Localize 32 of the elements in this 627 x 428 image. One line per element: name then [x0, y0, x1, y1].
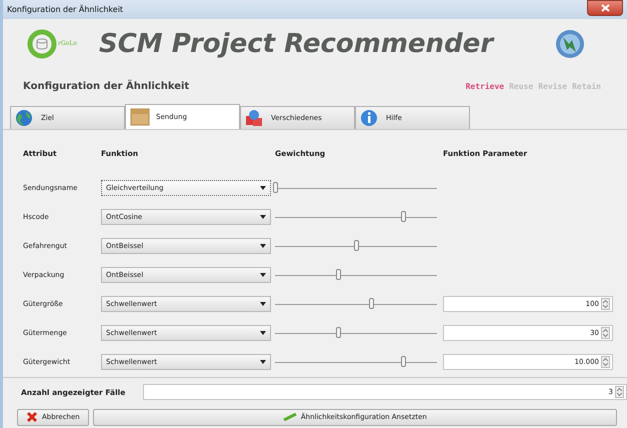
- phase-label: Retrieve: [466, 82, 504, 91]
- dropdown-caret-icon: [260, 272, 266, 277]
- bird-globe-icon: [555, 28, 585, 59]
- section-title: Konfiguration der Ähnlichkeit: [23, 80, 190, 92]
- window-title: Konfiguration der Ähnlichkeit: [7, 5, 124, 14]
- box-icon: [130, 108, 150, 126]
- dropdown-caret-icon: [260, 330, 266, 335]
- shapes-icon: [245, 109, 265, 128]
- app-title: SCM Project Recommender: [99, 28, 496, 59]
- slider-thumb[interactable]: [273, 182, 278, 193]
- dropdown-caret-icon: [260, 360, 266, 364]
- dropdown-caret-icon: [260, 302, 266, 306]
- globe-icon: [15, 109, 35, 128]
- info-icon: [360, 109, 380, 128]
- x-icon: [26, 411, 38, 424]
- slider-thumb[interactable]: [336, 268, 342, 280]
- slider-thumb[interactable]: [336, 326, 342, 338]
- dropdown-caret-icon: [260, 186, 266, 190]
- spin-arrows-icon: [601, 298, 610, 310]
- ring-logo-icon: [27, 28, 57, 59]
- spin-arrows-icon: [615, 386, 624, 398]
- slider-thumb[interactable]: [400, 356, 406, 367]
- dropdown-caret-icon: [260, 244, 266, 248]
- slider-thumb[interactable]: [368, 298, 374, 309]
- dropdown-caret-icon: [260, 214, 266, 219]
- check-icon: [282, 413, 297, 422]
- close-button[interactable]: [587, 0, 623, 16]
- spin-arrows-icon: [601, 356, 610, 368]
- spin-arrows-icon: [601, 326, 610, 339]
- close-icon: [600, 4, 610, 12]
- slider-thumb[interactable]: [400, 210, 406, 222]
- slider-thumb[interactable]: [354, 240, 359, 251]
